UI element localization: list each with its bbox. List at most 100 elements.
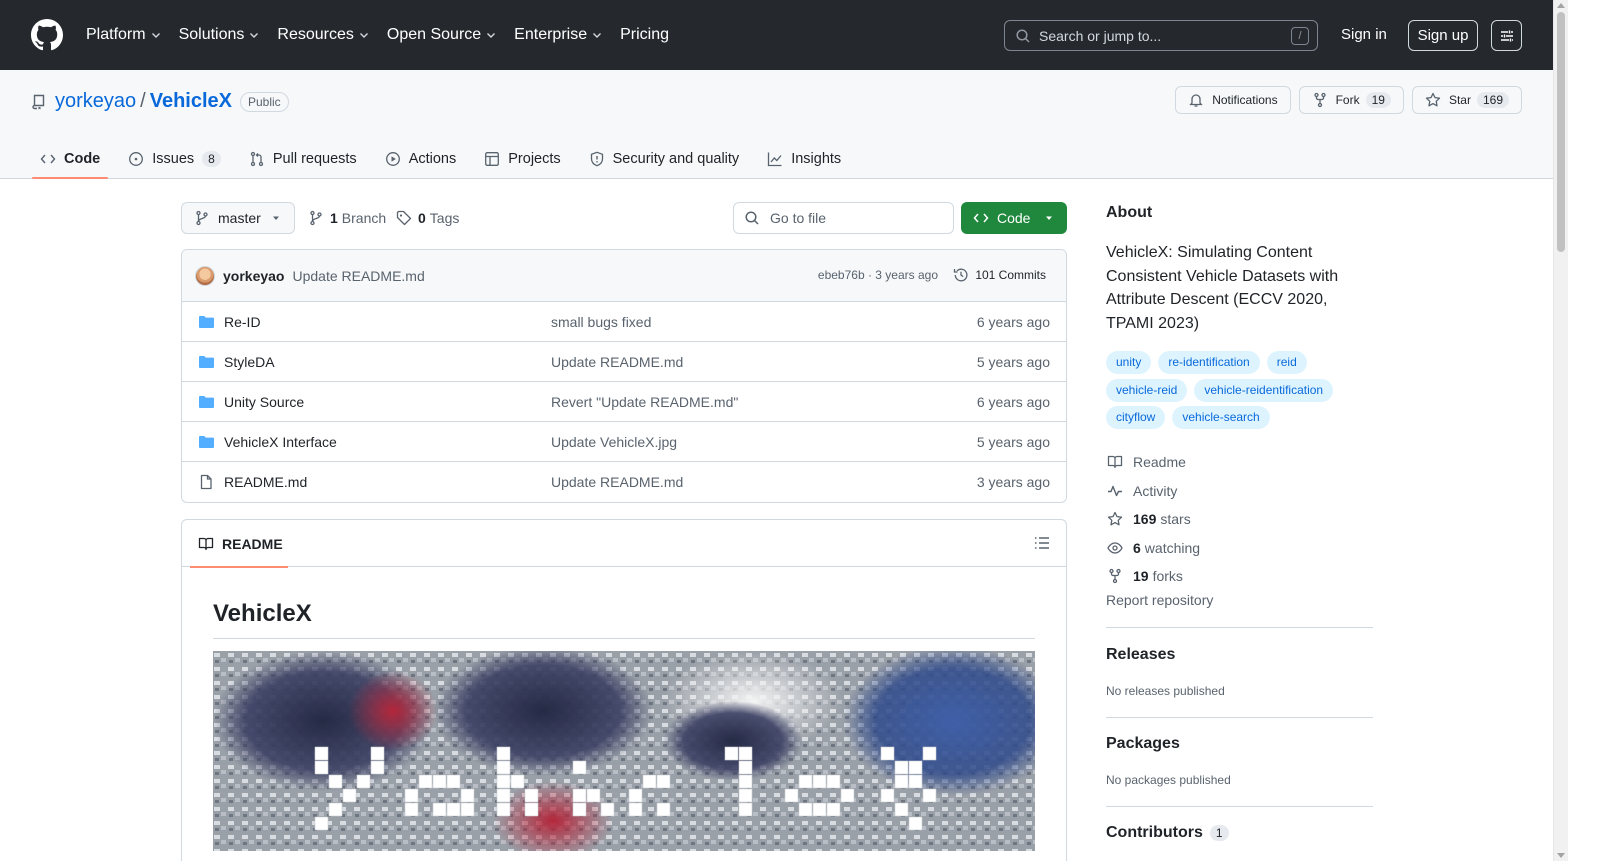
- fork-icon: [1109, 569, 1121, 584]
- nav-solutions[interactable]: Solutions: [179, 26, 261, 44]
- fork-button[interactable]: Fork 19: [1298, 86, 1404, 114]
- folder-icon: [199, 355, 214, 368]
- tab-projects-label: Projects: [508, 151, 561, 167]
- tab-issues[interactable]: Issues 8: [120, 140, 229, 178]
- sign-up-button[interactable]: Sign up: [1408, 20, 1478, 51]
- tab-code[interactable]: Code: [32, 140, 109, 179]
- about-heading: About: [1106, 204, 1153, 221]
- page-scrollbar[interactable]: [1553, 0, 1568, 861]
- contributors-heading-label: Contributors: [1106, 824, 1203, 841]
- file-commit-message[interactable]: Update README.md: [551, 354, 683, 370]
- commit-message-link[interactable]: Update README.md: [292, 268, 424, 284]
- file-name-link[interactable]: README.md: [224, 474, 307, 490]
- file-name-link[interactable]: Re-ID: [224, 314, 261, 330]
- chevron-down-icon: [593, 33, 602, 38]
- topic-tag[interactable]: re-identification: [1158, 351, 1260, 374]
- branch-selector[interactable]: master: [181, 202, 295, 234]
- tab-projects[interactable]: Projects: [476, 140, 568, 178]
- star-button[interactable]: Star 169: [1411, 86, 1522, 114]
- file-name-link[interactable]: VehicleX Interface: [224, 434, 337, 450]
- topic-tag[interactable]: reid: [1266, 351, 1307, 374]
- commit-author-link[interactable]: yorkeyao: [223, 268, 284, 284]
- sidebar-divider: [1106, 806, 1373, 807]
- topic-tag[interactable]: vehicle-reid: [1106, 378, 1188, 402]
- tab-actions[interactable]: Actions: [377, 140, 465, 178]
- issue-icon: [129, 152, 144, 166]
- contributors-heading[interactable]: Contributors 1: [1106, 824, 1229, 842]
- menu-button[interactable]: [1491, 20, 1522, 51]
- readme-tab-bar: README: [182, 520, 1066, 568]
- sign-in-link[interactable]: Sign in: [1341, 26, 1387, 43]
- scrollbar-thumb[interactable]: [1557, 12, 1565, 252]
- repo-owner-link[interactable]: yorkeyao: [55, 90, 136, 113]
- branches-link[interactable]: 1 Branch: [308, 210, 386, 226]
- readme-link[interactable]: Readme: [1106, 448, 1200, 477]
- notifications-button[interactable]: Notifications: [1175, 86, 1291, 114]
- fork-icon: [1313, 92, 1326, 108]
- file-commit-message[interactable]: Update README.md: [551, 474, 683, 490]
- activity-link[interactable]: Activity: [1106, 477, 1200, 506]
- bell-icon: [1189, 94, 1203, 107]
- folder-icon: [199, 395, 214, 408]
- list-item[interactable]: VehicleX Interface Update VehicleX.jpg 5…: [182, 422, 1066, 462]
- code-button-label: Code: [997, 210, 1031, 226]
- repo-header: yorkeyao / VehicleX Public Notifications…: [0, 70, 1553, 179]
- nav-open-source[interactable]: Open Source: [387, 26, 497, 44]
- tags-link[interactable]: 0 Tags: [396, 210, 459, 226]
- tab-code-label: Code: [64, 151, 101, 167]
- nav-pricing[interactable]: Pricing: [620, 26, 669, 44]
- tab-issues-label: Issues: [152, 151, 195, 167]
- topic-tag[interactable]: unity: [1106, 351, 1152, 374]
- topic-tag[interactable]: vehicle-reidentification: [1194, 378, 1334, 402]
- readme-tab[interactable]: README: [190, 520, 288, 568]
- nav-solutions-label: Solutions: [178, 26, 245, 43]
- list-item[interactable]: Re-ID small bugs fixed 6 years ago: [182, 302, 1066, 342]
- tab-pull-requests[interactable]: Pull requests: [241, 140, 365, 178]
- sliders-icon: [1500, 30, 1513, 41]
- code-icon: [973, 213, 989, 223]
- list-item[interactable]: StyleDA Update README.md 5 years ago: [182, 342, 1066, 382]
- eye-icon: [1107, 542, 1123, 554]
- table-icon: [485, 152, 500, 166]
- stars-link[interactable]: 169 stars: [1106, 505, 1200, 534]
- list-item[interactable]: Unity Source Revert "Update README.md" 6…: [182, 382, 1066, 422]
- report-repository-link[interactable]: Report repository: [1106, 592, 1213, 608]
- readme-tab-label: README: [222, 535, 283, 552]
- avatar[interactable]: [195, 265, 215, 286]
- topic-tag[interactable]: cityflow: [1106, 406, 1166, 429]
- file-name-link[interactable]: Unity Source: [224, 394, 304, 410]
- scroll-down-arrow-icon[interactable]: [1557, 853, 1565, 858]
- topic-tag[interactable]: vehicle-search: [1172, 406, 1270, 429]
- chevron-down-icon: [151, 33, 160, 38]
- github-logo-icon[interactable]: [31, 19, 63, 51]
- commits-link[interactable]: 101 Commits: [953, 267, 1046, 283]
- tab-actions-label: Actions: [408, 151, 457, 167]
- stars-count: 169: [1133, 511, 1157, 528]
- nav-resources[interactable]: Resources: [277, 26, 369, 44]
- packages-heading[interactable]: Packages: [1106, 735, 1180, 753]
- caret-down-icon: [1046, 216, 1053, 220]
- tab-insights[interactable]: Insights: [759, 140, 849, 178]
- nav-enterprise[interactable]: Enterprise: [514, 26, 603, 44]
- commit-hash-time[interactable]: ebeb76b · 3 years ago: [818, 268, 938, 282]
- file-commit-message[interactable]: small bugs fixed: [551, 314, 651, 330]
- file-commit-message[interactable]: Revert "Update README.md": [551, 394, 738, 410]
- tab-security[interactable]: Security and quality: [581, 140, 748, 178]
- nav-platform[interactable]: Platform: [86, 26, 162, 44]
- global-search-input[interactable]: Search or jump to... /: [1004, 20, 1318, 51]
- repo-name-link[interactable]: VehicleX: [150, 90, 232, 113]
- file-name-link[interactable]: StyleDA: [224, 354, 275, 370]
- go-to-file-input[interactable]: Go to file: [733, 202, 954, 234]
- repo-description: VehicleX: Simulating Content Consistent …: [1106, 244, 1339, 332]
- code-dropdown-button[interactable]: Code: [961, 202, 1067, 234]
- list-item[interactable]: README.md Update README.md 3 years ago: [182, 462, 1066, 502]
- readme-link-label: Readme: [1133, 454, 1186, 471]
- tag-count: 0: [418, 210, 426, 226]
- list-icon[interactable]: [1034, 535, 1050, 551]
- forks-link[interactable]: 19 forks: [1106, 562, 1200, 591]
- file-commit-message[interactable]: Update VehicleX.jpg: [551, 434, 677, 450]
- book-icon: [1107, 456, 1123, 469]
- scroll-up-arrow-icon[interactable]: [1557, 3, 1565, 8]
- releases-heading[interactable]: Releases: [1106, 646, 1175, 664]
- watchers-link[interactable]: 6 watching: [1106, 534, 1200, 563]
